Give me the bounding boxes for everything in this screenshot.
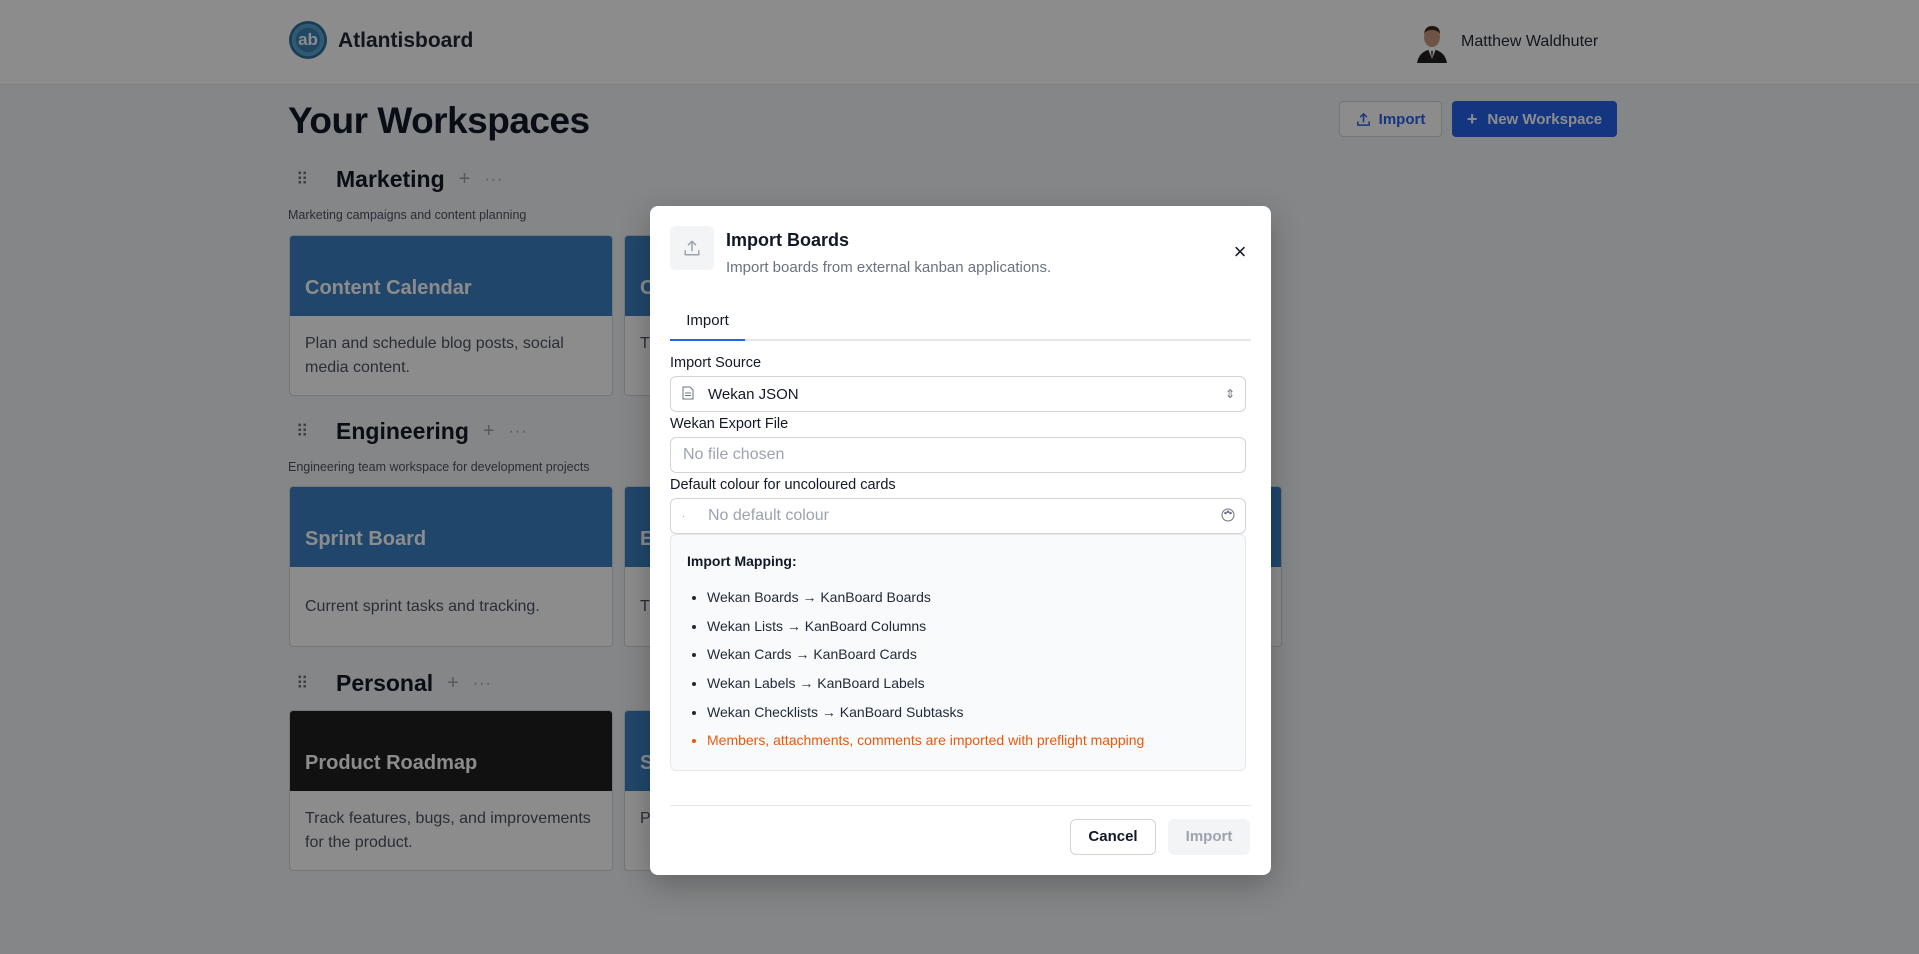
export-file-input[interactable]: No file chosen bbox=[670, 437, 1246, 473]
default-colour-placeholder: No default colour bbox=[708, 507, 829, 524]
mapping-item: Wekan Boards → KanBoard Boards bbox=[707, 587, 1144, 616]
file-icon bbox=[682, 386, 698, 403]
mapping-note: Members, attachments, comments are impor… bbox=[707, 730, 1144, 759]
mapping-item: Wekan Lists → KanBoard Columns bbox=[707, 616, 1144, 645]
mapping-list: Wekan Boards → KanBoard Boards Wekan Lis… bbox=[707, 587, 1144, 759]
export-file-label: Wekan Export File bbox=[670, 416, 789, 432]
import-source-value: Wekan JSON bbox=[708, 385, 799, 403]
mapping-item: Wekan Cards → KanBoard Cards bbox=[707, 644, 1144, 673]
file-input-placeholder: No file chosen bbox=[683, 446, 785, 463]
dialog-title: Import Boards bbox=[726, 230, 850, 250]
default-colour-label: Default colour for uncoloured cards bbox=[670, 477, 896, 493]
palette-icon[interactable] bbox=[1221, 508, 1235, 525]
tab-import[interactable]: Import bbox=[670, 302, 745, 341]
mapping-heading: Import Mapping: bbox=[687, 553, 797, 569]
upload-icon bbox=[670, 226, 714, 270]
import-submit-button[interactable]: Import bbox=[1168, 819, 1250, 855]
mapping-item: Wekan Labels → KanBoard Labels bbox=[707, 673, 1144, 702]
import-mapping-panel: Import Mapping: Wekan Boards → KanBoard … bbox=[670, 534, 1246, 771]
default-colour-select[interactable]: · No default colour bbox=[670, 498, 1246, 534]
footer-divider bbox=[670, 805, 1251, 806]
import-source-label: Import Source bbox=[670, 355, 762, 371]
mapping-item: Wekan Checklists → KanBoard Subtasks bbox=[707, 702, 1144, 731]
dialog-tabs: Import bbox=[670, 302, 1251, 341]
close-icon[interactable]: × bbox=[1230, 241, 1250, 263]
dialog-subtitle: Import boards from external kanban appli… bbox=[726, 259, 1052, 276]
chevron-updown-icon: ⇕ bbox=[1224, 387, 1235, 401]
import-source-select[interactable]: Wekan JSON ⇕ bbox=[670, 376, 1246, 412]
import-boards-dialog: Import Boards Import boards from externa… bbox=[650, 206, 1271, 875]
colour-swatch-icon: · bbox=[682, 511, 685, 521]
cancel-button[interactable]: Cancel bbox=[1070, 819, 1156, 855]
